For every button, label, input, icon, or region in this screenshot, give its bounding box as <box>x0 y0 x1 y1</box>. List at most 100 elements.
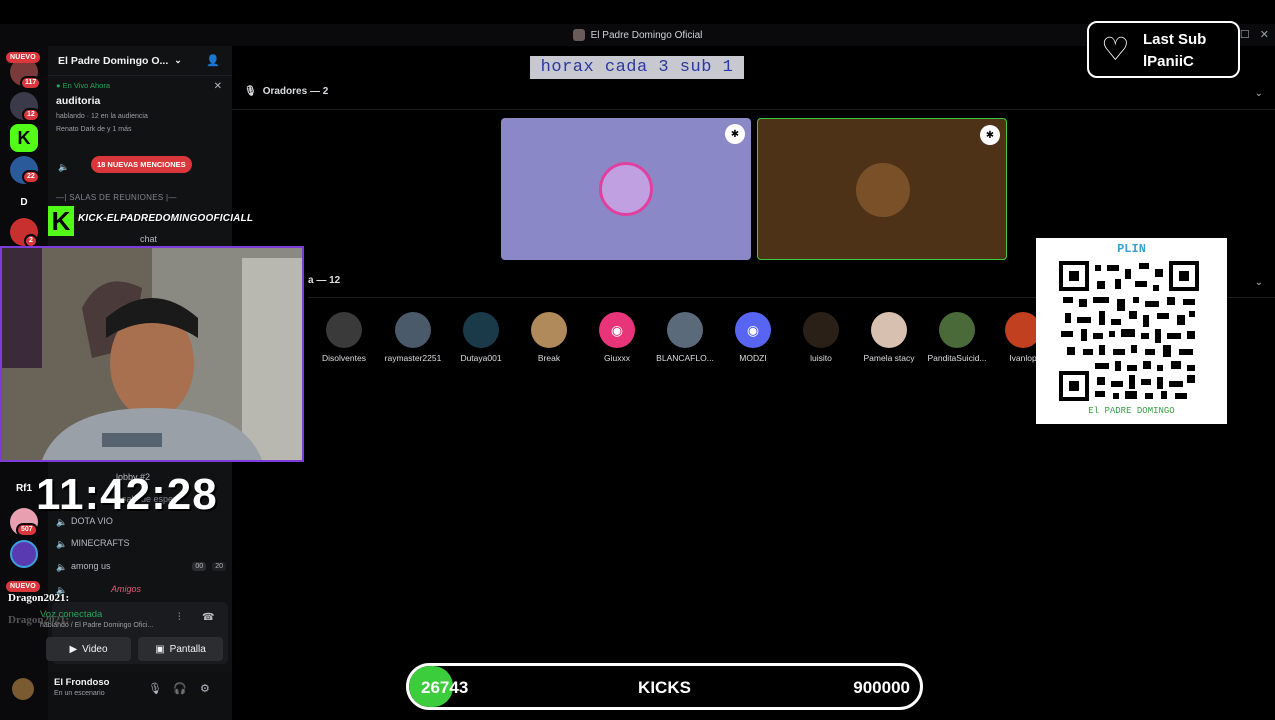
server-icon <box>572 29 585 41</box>
nuevo-badge-top: NUEVO <box>6 52 40 63</box>
video-button[interactable]: ▶ Video <box>46 637 131 661</box>
webcam-image <box>2 248 302 460</box>
disconnect-icon[interactable]: ☎ <box>202 612 214 623</box>
channel-minecraft[interactable]: 🔈 MINECRAFTS <box>56 538 226 549</box>
kicks-label: KICKS <box>638 678 691 697</box>
kicks-goal-bar: 26743 KICKS 900000 <box>406 663 923 710</box>
maximize-icon[interactable]: ☐ <box>1240 28 1250 41</box>
divider <box>232 109 1275 110</box>
server-name: El Padre Domingo O... <box>58 54 169 67</box>
avatar <box>803 312 839 348</box>
chevron-down-icon[interactable]: ⌄ <box>1255 277 1263 288</box>
category-header[interactable]: —| SALAS DE REUNIONES |— <box>56 193 177 202</box>
server-icon-6[interactable] <box>10 540 38 568</box>
server-label-rf[interactable]: Rf1 <box>10 474 38 502</box>
unread-badge: 12 <box>22 108 40 122</box>
speaker-tile-2[interactable]: ✱ <box>757 118 1007 260</box>
audience-member[interactable]: ◉ MODZI <box>719 312 787 363</box>
qr-title: PLIN <box>1117 242 1146 256</box>
webcam-feed <box>0 246 304 462</box>
kicks-goal: 900000 <box>853 678 910 697</box>
video-icon: ▶ <box>69 643 78 655</box>
speaker-tile-1[interactable]: ✱ <box>501 118 751 260</box>
top-black-strip <box>0 0 1275 24</box>
discord-icon: ◉ <box>599 312 635 348</box>
stream-clock: 11:42:28 <box>36 470 218 519</box>
audience-header[interactable]: a — 12 <box>308 275 340 286</box>
kick-server-icon[interactable]: K <box>10 124 38 152</box>
audience-member[interactable]: Disolventes <box>310 312 378 363</box>
unread-badge: 117 <box>20 76 42 90</box>
audience-member[interactable]: BLANCAFLO... <box>651 312 719 363</box>
unread-badge: 507 <box>16 523 38 537</box>
user-name: El Frondoso <box>54 677 110 688</box>
heart-icon: ♡ <box>1101 31 1130 67</box>
discord-icon: ◉ <box>735 312 771 348</box>
screen-share-button[interactable]: ▣ Pantalla <box>138 637 223 661</box>
live-stage-card[interactable]: ● En Vivo Ahora ✕ auditoria hablando · 1… <box>56 81 226 151</box>
gear-icon[interactable]: ⚙ <box>200 682 210 695</box>
title-bar: El Padre Domingo Oficial <box>0 24 1275 46</box>
donation-qr-card: PLIN El PADRE DOMINGO <box>1036 238 1227 424</box>
close-icon[interactable]: ✕ <box>214 81 222 92</box>
add-member-icon[interactable]: 👤 <box>206 54 220 67</box>
avatar[interactable] <box>12 678 34 700</box>
qr-name: El PADRE DOMINGO <box>1088 406 1175 416</box>
audience-member[interactable]: ◉ Giuxxx <box>583 312 651 363</box>
server-letter[interactable]: D <box>10 188 38 216</box>
window-title: El Padre Domingo Oficial <box>590 29 703 41</box>
chevron-down-icon: ⌄ <box>174 55 182 65</box>
chevron-down-icon[interactable]: ⌄ <box>1255 88 1263 99</box>
close-icon[interactable]: ✕ <box>1260 28 1269 41</box>
sub-goal-banner: horax cada 3 sub 1 <box>530 56 744 79</box>
avatar <box>531 312 567 348</box>
kick-logo: K <box>48 206 74 236</box>
stage-people: Renato Dark de y 1 más <box>56 126 132 133</box>
avatar <box>939 312 975 348</box>
app-root: El Padre Domingo Oficial ─ ☐ ✕ NUEVO 117… <box>0 0 1275 720</box>
audience-member[interactable]: PanditaSuicid... <box>923 312 991 363</box>
last-sub-label: Last Sub <box>1143 31 1207 48</box>
user-status: En un escenario <box>54 690 105 697</box>
user-count: 00 <box>192 561 207 571</box>
microphone-icon: 🎙 <box>244 86 257 97</box>
speaker-icon: 🔈 <box>58 162 70 172</box>
live-label: ● En Vivo Ahora <box>56 81 111 90</box>
last-sub-name: lPaniiC <box>1143 53 1194 70</box>
speaker-icon: 🔈 <box>56 538 68 549</box>
avatar <box>871 312 907 348</box>
user-limit: 20 <box>212 561 226 571</box>
audience-member[interactable]: raymaster2251 <box>379 312 447 363</box>
channel-among-us[interactable]: 🔈 among us 00 20 <box>56 561 226 572</box>
channel-amigos[interactable]: 🔈 Amigos <box>56 584 226 595</box>
speaker-icon: 🔈 <box>56 561 68 572</box>
stage-name: auditoria <box>56 95 101 107</box>
avatar <box>599 162 653 216</box>
noise-icon[interactable]: ⫶ <box>178 612 181 623</box>
last-sub-widget: ♡ Last Sub lPaniiC <box>1087 21 1240 78</box>
qr-code-image <box>1059 261 1199 401</box>
stage-moderator-icon: ✱ <box>980 125 1000 145</box>
chat-username-faded: Dragon2021: <box>8 614 70 626</box>
audience-member[interactable]: luisito <box>787 312 855 363</box>
microphone-icon[interactable]: 🎙 <box>148 682 162 695</box>
channel-chat[interactable]: chat <box>56 234 226 244</box>
avatar <box>326 312 362 348</box>
avatar <box>667 312 703 348</box>
audience-member[interactable]: Pamela stacy <box>855 312 923 363</box>
screen-icon: ▣ <box>155 643 165 655</box>
new-mentions-pill[interactable]: 18 NUEVAS MENCIONES <box>91 156 192 173</box>
avatar <box>395 312 431 348</box>
headphones-icon[interactable]: 🎧 <box>173 682 187 695</box>
server-header[interactable]: El Padre Domingo O... ⌄ 👤 <box>48 46 232 76</box>
stage-meta: hablando · 12 en la audiencia <box>56 113 148 120</box>
kick-channel-url: KICK-ELPADREDOMINGOOFICIALL <box>78 213 254 224</box>
chat-username: Dragon2021: <box>8 592 70 604</box>
speakers-header[interactable]: 🎙 Oradores — 2 <box>244 86 328 97</box>
unread-badge: 22 <box>22 170 40 184</box>
audience-member[interactable]: Break <box>515 312 583 363</box>
stage-moderator-icon: ✱ <box>725 124 745 144</box>
audience-member[interactable]: Dutaya001 <box>447 312 515 363</box>
avatar <box>463 312 499 348</box>
avatar <box>856 163 910 217</box>
